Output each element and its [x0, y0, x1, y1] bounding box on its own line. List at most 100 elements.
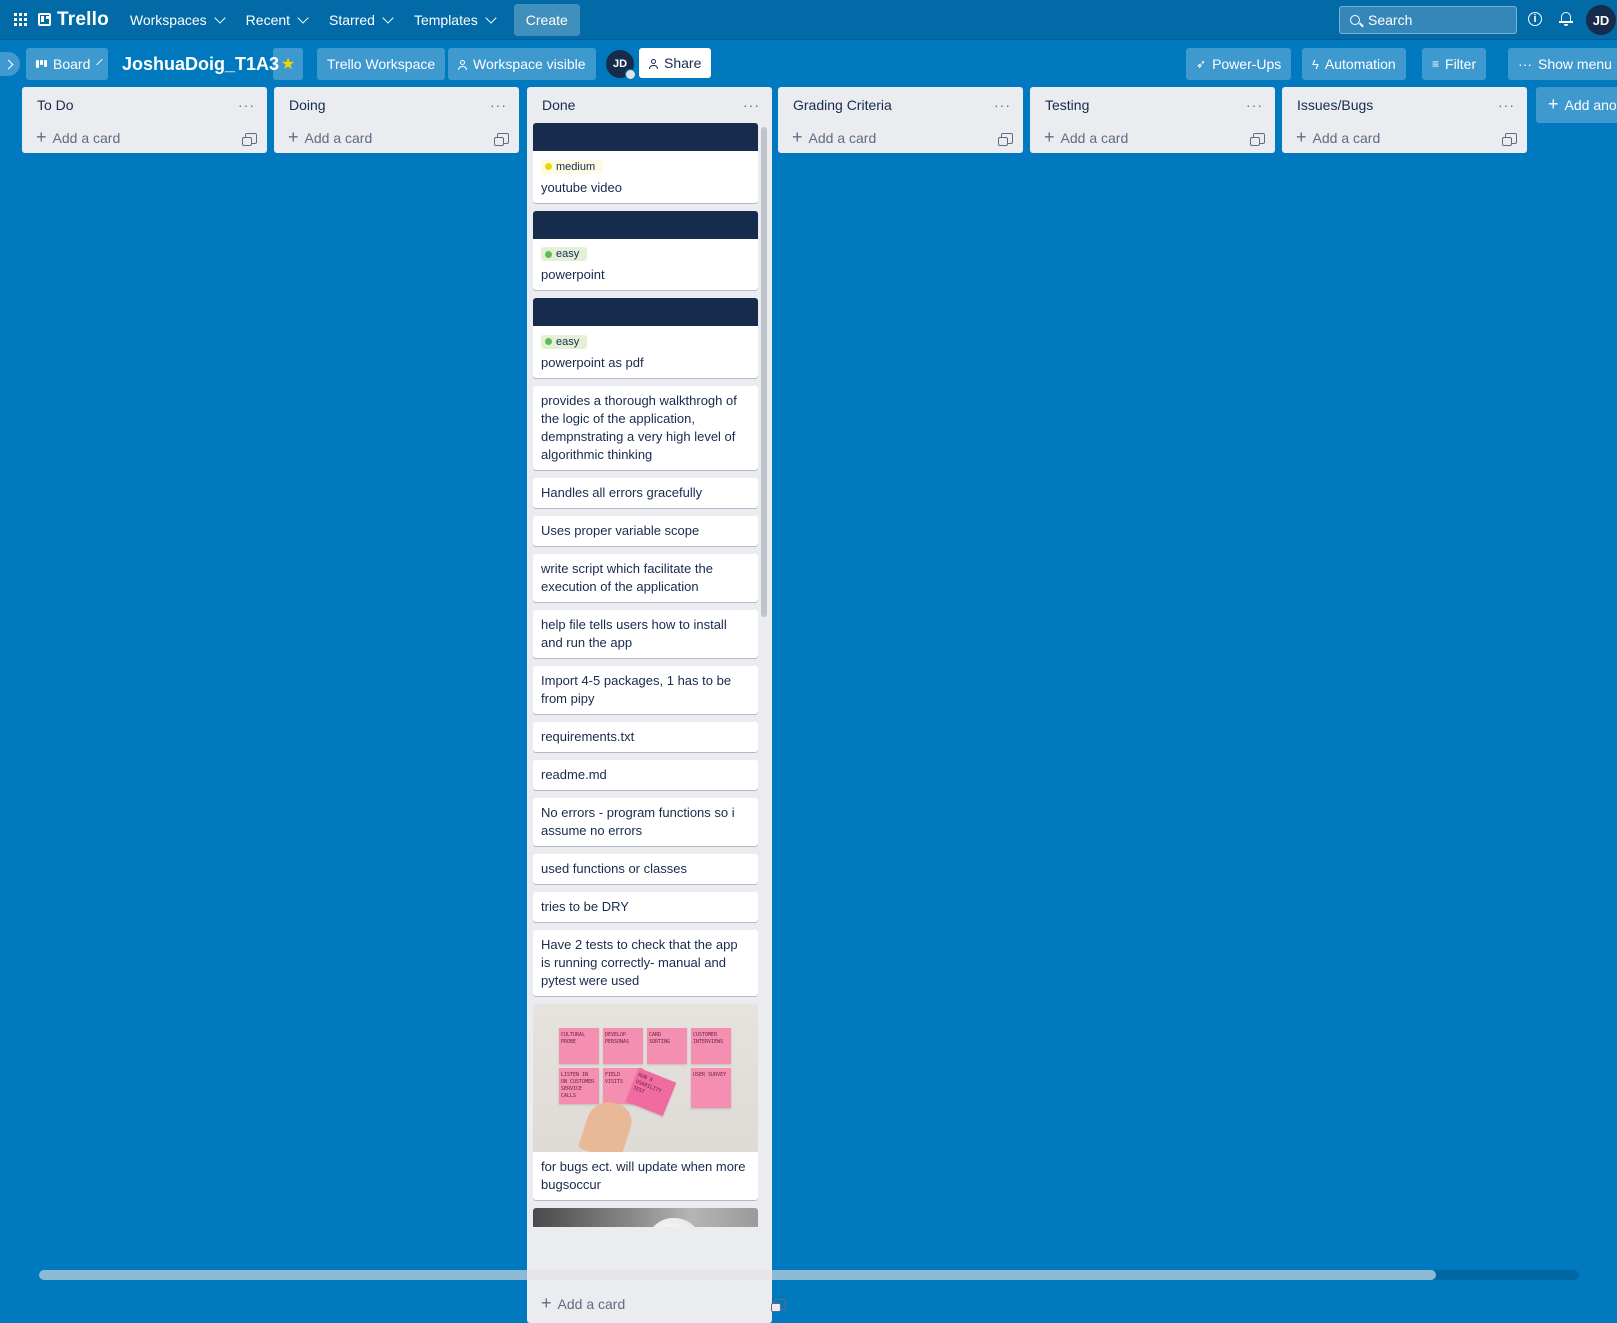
- filter-button[interactable]: ≡ Filter: [1422, 48, 1487, 80]
- add-card-label: Add a card: [808, 130, 877, 146]
- list-header[interactable]: Testing ···: [1030, 87, 1275, 123]
- add-list-button[interactable]: + Add anot: [1536, 87, 1617, 123]
- nav-starred[interactable]: Starred: [318, 4, 403, 36]
- card[interactable]: Handles all errors gracefully: [533, 477, 758, 508]
- list-title[interactable]: Done: [542, 97, 575, 113]
- list-title[interactable]: Testing: [1045, 97, 1089, 113]
- card-template-icon[interactable]: [494, 132, 509, 146]
- skull-image: [645, 1217, 703, 1227]
- card-template-icon[interactable]: [998, 132, 1013, 146]
- info-icon[interactable]: i: [1528, 12, 1542, 26]
- card[interactable]: easy powerpoint: [533, 210, 758, 290]
- board-title[interactable]: JoshuaDoig_T1A3: [122, 48, 279, 80]
- list-header[interactable]: Grading Criteria ···: [778, 87, 1023, 123]
- done-card-list[interactable]: medium youtube video easy powerpoint eas…: [533, 123, 758, 1227]
- list-actions-icon[interactable]: ···: [990, 97, 1015, 113]
- card[interactable]: Have 2 tests to check that the app is ru…: [533, 929, 758, 996]
- add-card-button[interactable]: + Add a card: [36, 128, 120, 146]
- board-icon: [36, 60, 47, 68]
- label-dot-icon: [545, 163, 552, 170]
- app-name: Trello: [57, 8, 109, 30]
- card[interactable]: used functions or classes: [533, 853, 758, 884]
- card[interactable]: [533, 1207, 758, 1227]
- board-view-switcher[interactable]: Board: [26, 48, 108, 80]
- visibility-button[interactable]: Workspace visible: [448, 48, 596, 80]
- nav-label: Templates: [413, 11, 478, 28]
- card-cover-image: CULTURAL PROBE DEVELOP PERSONAS CARD SOR…: [533, 1003, 758, 1152]
- add-card-row: + Add a card: [22, 123, 267, 153]
- card[interactable]: requirements.txt: [533, 721, 758, 752]
- list-title[interactable]: To Do: [37, 97, 74, 113]
- list-grading-criteria: Grading Criteria ··· + Add a card: [778, 87, 1023, 153]
- board-header: Board JoshuaDoig_T1A3 ★ Trello Workspace…: [0, 44, 1617, 84]
- list-title[interactable]: Doing: [289, 97, 326, 113]
- card-template-icon[interactable]: [771, 1298, 786, 1312]
- nav-workspaces[interactable]: Workspaces: [119, 4, 235, 36]
- plus-icon: +: [1296, 127, 1307, 147]
- power-ups-label: Power-Ups: [1212, 56, 1282, 72]
- card[interactable]: CULTURAL PROBE DEVELOP PERSONAS CARD SOR…: [533, 1003, 758, 1200]
- user-avatar[interactable]: JD: [1586, 5, 1616, 35]
- sticky-note: CULTURAL PROBE: [559, 1027, 599, 1064]
- label-text: easy: [556, 335, 580, 348]
- list-actions-icon[interactable]: ···: [234, 97, 259, 113]
- share-button[interactable]: Share: [639, 48, 712, 78]
- card-title: write script which facilitate the execut…: [541, 560, 713, 594]
- card-template-icon[interactable]: [242, 132, 257, 146]
- card[interactable]: Import 4-5 packages, 1 has to be from pi…: [533, 665, 758, 714]
- add-card-button[interactable]: + Add a card: [792, 128, 877, 146]
- app-switcher-icon[interactable]: [4, 4, 36, 36]
- list-title[interactable]: Grading Criteria: [793, 97, 892, 113]
- card[interactable]: write script which facilitate the execut…: [533, 553, 758, 602]
- add-card-button[interactable]: + Add a card: [541, 1293, 625, 1313]
- sidebar-expand-button[interactable]: [0, 52, 20, 76]
- nav-templates[interactable]: Templates: [403, 4, 506, 36]
- list-header[interactable]: Issues/Bugs ···: [1282, 87, 1527, 123]
- card-template-icon[interactable]: [1250, 132, 1265, 146]
- list-title[interactable]: Issues/Bugs: [1297, 97, 1373, 113]
- card[interactable]: medium youtube video: [533, 123, 758, 203]
- power-ups-button[interactable]: ➶ Power-Ups: [1186, 48, 1292, 80]
- star-board-button[interactable]: ★: [273, 48, 303, 80]
- board-horizontal-scrollbar[interactable]: [39, 1270, 1579, 1280]
- list-header[interactable]: Doing ···: [274, 87, 519, 123]
- show-menu-button[interactable]: ··· Show menu: [1508, 48, 1617, 80]
- list-issues-bugs: Issues/Bugs ··· + Add a card: [1282, 87, 1527, 153]
- label-easy: easy: [541, 247, 588, 261]
- list-actions-icon[interactable]: ···: [1242, 97, 1267, 113]
- list-actions-icon[interactable]: ···: [739, 97, 764, 113]
- scrollbar-thumb[interactable]: [39, 1270, 1436, 1280]
- card[interactable]: easy powerpoint as pdf: [533, 298, 758, 378]
- add-list-label: Add anot: [1564, 97, 1617, 113]
- card-template-icon[interactable]: [1502, 132, 1517, 146]
- nav-label: Recent: [245, 11, 291, 28]
- board-member-avatar[interactable]: JD: [604, 48, 636, 80]
- card[interactable]: No errors - program functions so i assum…: [533, 797, 758, 846]
- create-button[interactable]: Create: [513, 3, 580, 36]
- automation-button[interactable]: ϟ Automation: [1302, 48, 1406, 80]
- add-card-button[interactable]: + Add a card: [288, 128, 372, 146]
- add-card-button[interactable]: + Add a card: [1044, 128, 1128, 146]
- trello-logo[interactable]: Trello: [38, 9, 109, 31]
- list-header[interactable]: To Do ···: [22, 87, 267, 123]
- card[interactable]: Uses proper variable scope: [533, 515, 758, 546]
- person-add-icon: [649, 58, 658, 69]
- list-header[interactable]: Done ···: [527, 87, 772, 123]
- plus-icon: +: [541, 1293, 552, 1313]
- list-scrollbar[interactable]: [760, 123, 768, 1227]
- card-title: help file tells users how to install and…: [541, 616, 727, 650]
- notifications-bell-icon[interactable]: [1559, 11, 1573, 26]
- sticky-note: CARD SORTING: [647, 1027, 687, 1064]
- add-card-row: + Add a card: [274, 123, 519, 153]
- card[interactable]: tries to be DRY: [533, 891, 758, 922]
- card[interactable]: help file tells users how to install and…: [533, 609, 758, 658]
- search-input[interactable]: Search: [1339, 6, 1517, 34]
- card[interactable]: provides a thorough walkthrogh of the lo…: [533, 385, 758, 470]
- card[interactable]: readme.md: [533, 759, 758, 790]
- nav-recent[interactable]: Recent: [235, 4, 318, 36]
- workspace-button[interactable]: Trello Workspace: [317, 48, 446, 80]
- add-card-button[interactable]: + Add a card: [1296, 127, 1380, 147]
- sticky-note: LISTEN IN ON CUSTOMER SERVICE CALLS: [559, 1067, 599, 1104]
- list-actions-icon[interactable]: ···: [486, 97, 511, 113]
- list-actions-icon[interactable]: ···: [1494, 97, 1519, 113]
